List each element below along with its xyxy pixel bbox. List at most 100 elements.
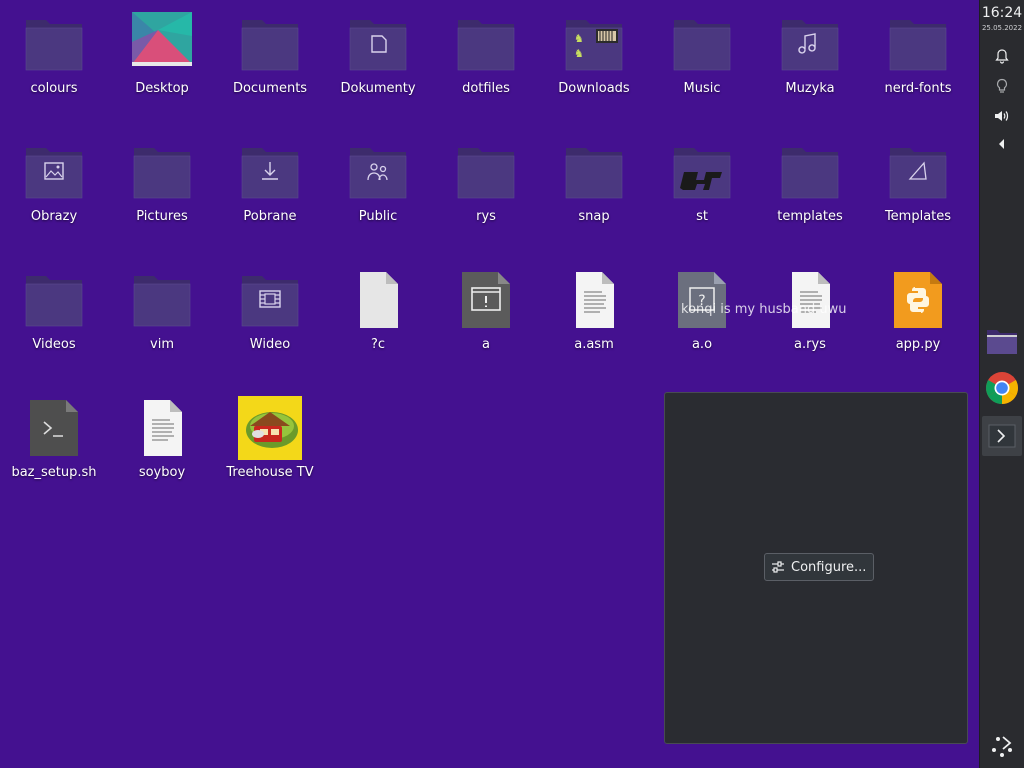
- desktop-icon-label: snap: [578, 209, 610, 224]
- desktop-icon-downloads[interactable]: ♞ ♞ Downloads: [540, 4, 648, 124]
- desktop-icon-label: Wideo: [249, 337, 291, 352]
- image-thumbnail-icon: [130, 12, 194, 76]
- desktop-icon-nerd-fonts[interactable]: nerd-fonts: [864, 4, 972, 124]
- folder-icon: [22, 12, 86, 76]
- desktop-icon-label: vim: [150, 337, 174, 352]
- desktop-icon-label: Downloads: [558, 81, 630, 96]
- desktop-icon-a-o[interactable]: ? a.o: [648, 260, 756, 380]
- desktop-icon-pobrane[interactable]: Pobrane: [216, 132, 324, 252]
- desktop-icon-snap[interactable]: snap: [540, 132, 648, 252]
- folder-icon: ♞ ♞: [562, 12, 626, 76]
- configure-label: Configure...: [791, 559, 867, 575]
- folder-icon: [238, 268, 302, 332]
- desktop-icon-obrazy[interactable]: Obrazy: [0, 132, 108, 252]
- shell-script-icon: [22, 396, 86, 460]
- desktop-icon-vim[interactable]: vim: [108, 260, 216, 380]
- clock-date[interactable]: 25.05.2022: [980, 24, 1024, 32]
- volume-icon[interactable]: [992, 106, 1012, 126]
- desktop-icon-label: Muzyka: [785, 81, 835, 96]
- desktop-icon-label: baz_setup.sh: [11, 465, 97, 480]
- svg-text:?: ?: [698, 293, 705, 309]
- text-file-icon: [130, 396, 194, 460]
- desktop-icon-templates[interactable]: templates: [756, 132, 864, 252]
- python-file-icon: [886, 268, 950, 332]
- folder-icon: [670, 12, 734, 76]
- desktop-icon-label: a: [482, 337, 490, 352]
- desktop-icon-st[interactable]: st: [648, 132, 756, 252]
- desktop-icon-label: Pobrane: [243, 209, 297, 224]
- text-file-icon: [562, 268, 626, 332]
- desktop-icon-label: colours: [30, 81, 78, 96]
- desktop-icon-label: Music: [683, 81, 721, 96]
- text-file-icon: [778, 268, 842, 332]
- desktop-icon-treehouse-tv[interactable]: Treehouse TV: [216, 388, 324, 508]
- desktop-icon-label: rys: [476, 209, 496, 224]
- folder-icon: [22, 140, 86, 204]
- desktop-icon-label: Public: [358, 209, 398, 224]
- desktop-icon-label: dotfiles: [462, 81, 510, 96]
- desktop-icon-c[interactable]: ?c: [324, 260, 432, 380]
- desktop-icon-soyboy[interactable]: soyboy: [108, 388, 216, 508]
- chrome-task[interactable]: [982, 368, 1022, 408]
- desktop-icon-a[interactable]: a: [432, 260, 540, 380]
- desktop-icon-dotfiles[interactable]: dotfiles: [432, 4, 540, 124]
- desktop-icon-label: a.rys: [794, 337, 826, 352]
- desktop-icon-label: app.py: [895, 337, 941, 352]
- desktop[interactable]: colours Desktop Documents Dokumenty dotf…: [0, 0, 980, 768]
- desktop-icon-a-rys[interactable]: a.rys: [756, 260, 864, 380]
- desktop-icon-rys[interactable]: rys: [432, 132, 540, 252]
- desktop-icon-app-py[interactable]: app.py: [864, 260, 972, 380]
- folder-icon: [778, 12, 842, 76]
- desktop-icon-label: nerd-fonts: [884, 81, 952, 96]
- clock-time[interactable]: 16:24: [980, 5, 1024, 21]
- desktop-icon-label: templates: [777, 209, 843, 224]
- desktop-icon-dokumenty[interactable]: Dokumenty: [324, 4, 432, 124]
- desktop-icon-muzyka[interactable]: Muzyka: [756, 4, 864, 124]
- folder-icon: [346, 140, 410, 204]
- desktop-icon-label: ?c: [370, 337, 386, 352]
- kde-connect-icon[interactable]: [990, 734, 1014, 758]
- blank-file-icon: [346, 268, 410, 332]
- expand-arrow-icon[interactable]: [992, 134, 1012, 154]
- desktop-icon-a-asm[interactable]: a.asm: [540, 260, 648, 380]
- desktop-icon-colours[interactable]: colours: [0, 4, 108, 124]
- desktop-icon-label: Desktop: [135, 81, 189, 96]
- configure-button[interactable]: Configure...: [764, 553, 875, 581]
- folder-icon: [238, 140, 302, 204]
- image-thumbnail-icon: [238, 396, 302, 460]
- folder-icon: [670, 140, 734, 204]
- desktop-icon-documents[interactable]: Documents: [216, 4, 324, 124]
- desktop-icon-wideo[interactable]: Wideo: [216, 260, 324, 380]
- terminal-icon: [988, 424, 1016, 448]
- desktop-icon-label: soyboy: [138, 465, 186, 480]
- terminal-task[interactable]: [982, 416, 1022, 456]
- desktop-icon-templates[interactable]: Templates: [864, 132, 972, 252]
- desktop-icon-public[interactable]: Public: [324, 132, 432, 252]
- desktop-icon-label: st: [696, 209, 708, 224]
- folder-icon: [886, 140, 950, 204]
- unknown-file-icon: ?: [670, 268, 734, 332]
- desktop-icon-label: a.o: [691, 337, 713, 352]
- folder-icon: [454, 140, 518, 204]
- folder-icon: [778, 140, 842, 204]
- dolphin-task[interactable]: [982, 321, 1022, 361]
- folder-icon: [22, 268, 86, 332]
- folder-icon: [238, 12, 302, 76]
- notifications-icon[interactable]: [992, 46, 1012, 66]
- desktop-icon-pictures[interactable]: Pictures: [108, 132, 216, 252]
- folder-icon: [886, 12, 950, 76]
- desktop-icon-label: Dokumenty: [340, 81, 416, 96]
- desktop-icon-videos[interactable]: Videos: [0, 260, 108, 380]
- folder-icon: [130, 268, 194, 332]
- desktop-icon-desktop[interactable]: Desktop: [108, 4, 216, 124]
- configure-icon: [771, 560, 785, 574]
- svg-text:♞: ♞: [574, 32, 584, 45]
- folder-icon: [130, 140, 194, 204]
- executable-icon: [454, 268, 518, 332]
- folder-icon: [562, 140, 626, 204]
- desktop-icon-baz-setup-sh[interactable]: baz_setup.sh: [0, 388, 108, 508]
- lightbulb-icon[interactable]: [992, 76, 1012, 96]
- svg-text:♞: ♞: [574, 47, 584, 60]
- desktop-icon-music[interactable]: Music: [648, 4, 756, 124]
- desktop-icon-label: Videos: [32, 337, 76, 352]
